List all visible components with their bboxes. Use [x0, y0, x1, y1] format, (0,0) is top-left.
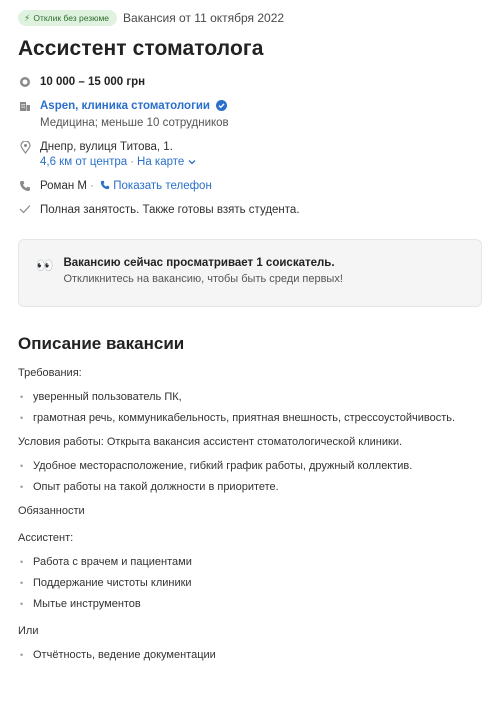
notice-title: Вакансию сейчас просматривает 1 соискате…: [63, 257, 335, 269]
other-duties-list: Отчётность, ведение документации: [18, 648, 482, 663]
duties-label: Обязанности: [18, 505, 85, 517]
contact-row: Роман М · Показать телефон: [18, 179, 482, 194]
employment-row: Полная занятость. Также готовы взять сту…: [18, 203, 482, 218]
conditions-list: Удобное месторасположение, гибкий график…: [18, 459, 482, 495]
requirements-label: Требования:: [18, 367, 82, 379]
list-item: Работа с врачем и пациентами: [18, 555, 482, 570]
phone-icon: [18, 179, 32, 192]
requirements-list: уверенный пользователь ПК, грамотная реч…: [18, 390, 482, 426]
verified-check-icon: [216, 100, 228, 116]
chevron-down-icon[interactable]: [188, 156, 196, 168]
vacancy-page: ⚡ Отклик без резюме Вакансия от 11 октяб…: [0, 0, 500, 727]
distance-link[interactable]: 4,6 км от центра: [40, 156, 127, 168]
conditions-label: Условия работы: Открыта вакансия ассисте…: [18, 436, 403, 448]
salary-value: 10 000 – 15 000 грн: [40, 76, 146, 88]
vacancy-title: Ассистент стоматолога: [18, 37, 264, 60]
company-info: Медицина; меньше 10 сотрудников: [40, 117, 229, 129]
contact-name: Роман М: [40, 180, 87, 192]
list-item: грамотная речь, коммуникабельность, прия…: [18, 411, 482, 426]
list-item: Поддержание чистоты клиники: [18, 576, 482, 591]
vacancy-date: Вакансия от 11 октября 2022: [123, 11, 285, 25]
no-resume-badge: ⚡ Отклик без резюме: [18, 10, 118, 26]
show-phone-button[interactable]: Показать телефон: [100, 180, 212, 192]
phone-icon: [100, 180, 110, 190]
notice-subtitle: Откликнитесь на вакансию, чтобы быть сре…: [63, 273, 343, 285]
assistant-duties-list: Работа с врачем и пациентами Поддержание…: [18, 555, 482, 612]
company-row: Aspen, клиника стоматологии Медицина; ме…: [18, 99, 482, 131]
viewers-notice: 👀 Вакансию сейчас просматривает 1 соиска…: [18, 239, 482, 307]
badge-label: Отклик без резюме: [33, 13, 110, 23]
list-item: Опыт работы на такой должности в приорит…: [18, 480, 482, 495]
assistant-label: Ассистент:: [18, 532, 74, 544]
location-pin-icon: [18, 140, 32, 154]
list-item: уверенный пользователь ПК,: [18, 390, 482, 405]
location-row: Днепр, вулиця Титова, 1. 4,6 км от центр…: [18, 140, 482, 170]
lightning-icon: ⚡: [24, 13, 31, 23]
list-item: Отчётность, ведение документации: [18, 648, 482, 663]
eyes-icon: 👀: [36, 257, 53, 273]
list-item: Удобное месторасположение, гибкий график…: [18, 459, 482, 474]
list-item: Мытье инструментов: [18, 597, 482, 612]
vacancy-meta: ⚡ Отклик без резюме Вакансия от 11 октяб…: [18, 0, 482, 27]
or-label: Или: [18, 625, 39, 637]
coin-icon: [18, 75, 32, 88]
company-link[interactable]: Aspen, клиника стоматологии: [40, 100, 210, 112]
map-link[interactable]: На карте: [137, 156, 184, 168]
building-icon: [18, 99, 32, 112]
employment-type: Полная занятость. Также готовы взять сту…: [40, 204, 300, 216]
address: Днепр, вулиця Титова, 1.: [40, 141, 173, 153]
checkmark-icon: [18, 203, 32, 214]
description-heading: Описание вакансии: [18, 334, 185, 353]
salary-row: 10 000 – 15 000 грн: [18, 75, 482, 90]
show-phone-label: Показать телефон: [113, 180, 212, 192]
